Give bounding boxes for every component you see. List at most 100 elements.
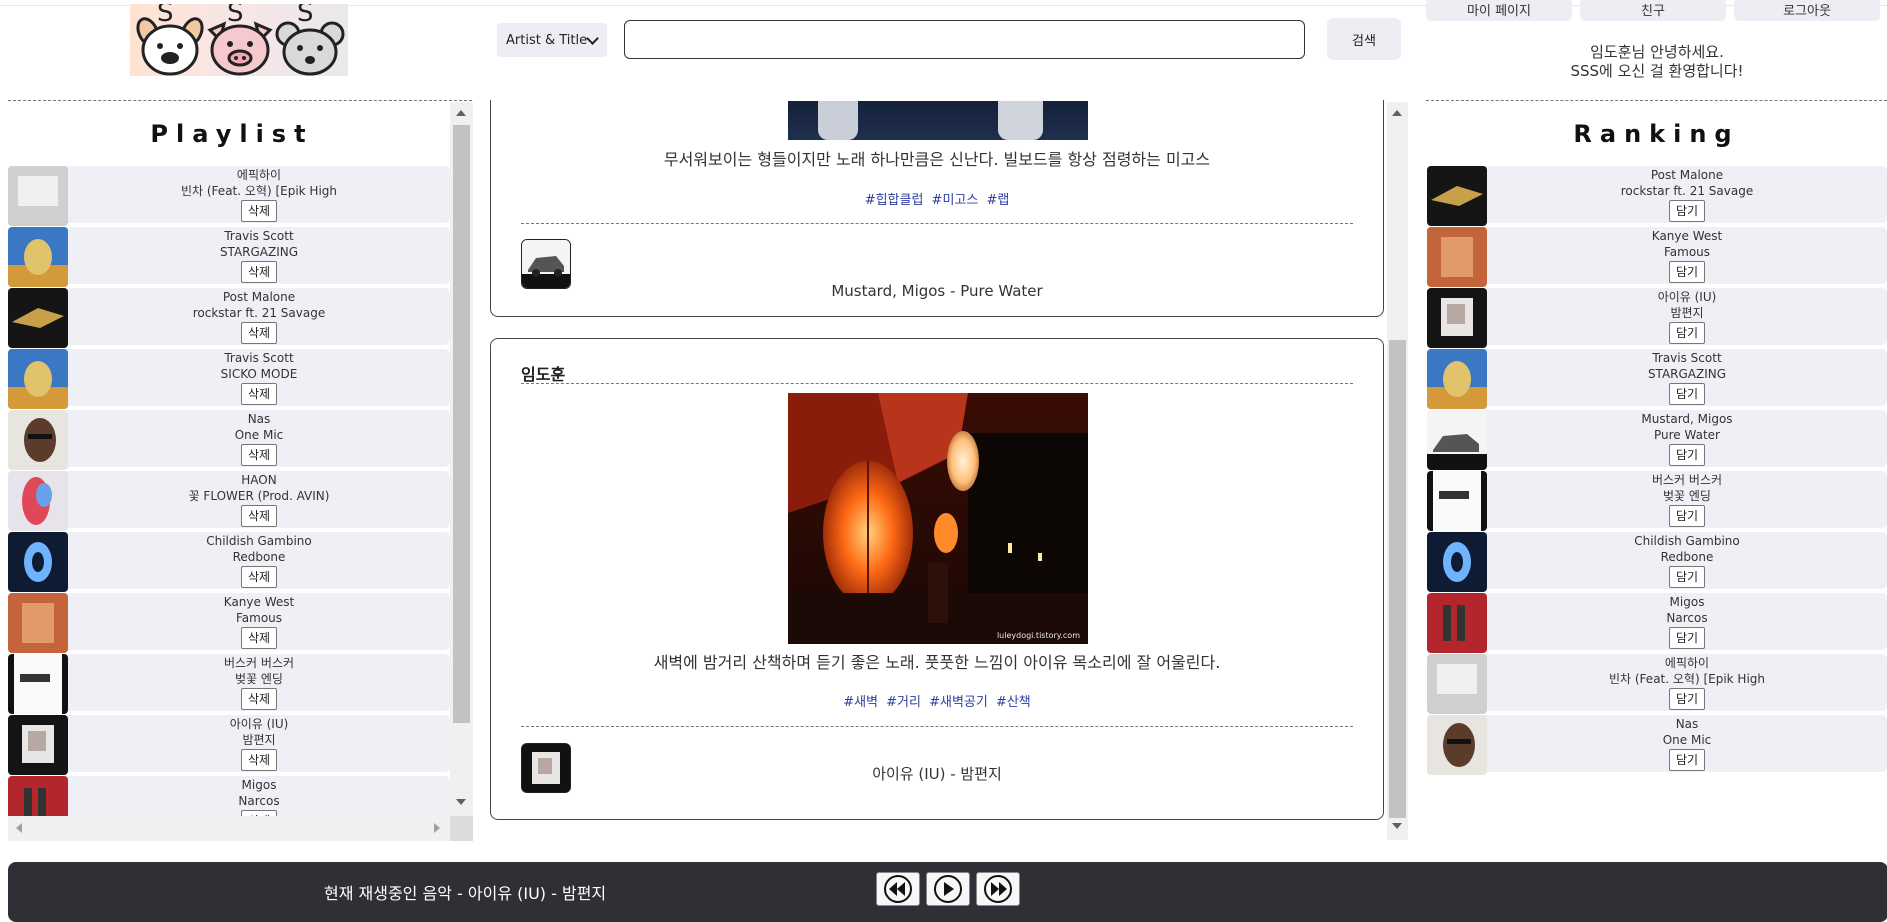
add-button[interactable]: 담기: [1668, 200, 1706, 222]
add-button[interactable]: 담기: [1668, 505, 1706, 527]
divider: [521, 383, 1353, 384]
song-row[interactable]: Travis Scott STARGAZING 담기: [1427, 349, 1887, 409]
scroll-thumb[interactable]: [1389, 340, 1406, 818]
playlist-scrollbar[interactable]: [450, 102, 473, 816]
post-song-info[interactable]: Mustard, Migos - Pure Water: [491, 282, 1383, 300]
album-cover[interactable]: [8, 410, 68, 470]
song-row[interactable]: 버스커 버스커 벚꽃 엔딩 삭제: [8, 654, 450, 714]
song-row[interactable]: 에픽하이 빈차 (Feat. 오혁) [Epik High 삭제: [8, 166, 450, 226]
delete-button[interactable]: 삭제: [240, 566, 278, 588]
album-cover[interactable]: [1427, 593, 1487, 653]
song-row[interactable]: Travis Scott STARGAZING 삭제: [8, 227, 450, 287]
scroll-right-icon[interactable]: [434, 823, 440, 833]
album-cover[interactable]: [1427, 288, 1487, 348]
scroll-left-icon[interactable]: [16, 823, 22, 833]
song-title: Famous: [1663, 245, 1711, 259]
post-song-info[interactable]: 아이유 (IU) - 밤편지: [491, 763, 1383, 784]
song-row[interactable]: Childish Gambino Redbone 담기: [1427, 532, 1887, 592]
song-info: Childish Gambino Redbone 담기: [1487, 533, 1887, 588]
delete-button[interactable]: 삭제: [240, 383, 278, 405]
song-row[interactable]: Nas One Mic 담기: [1427, 715, 1887, 775]
delete-button[interactable]: 삭제: [240, 749, 278, 771]
rewind-button[interactable]: [876, 872, 920, 906]
delete-button[interactable]: 삭제: [240, 322, 278, 344]
song-row[interactable]: Post Malone rockstar ft. 21 Savage 담기: [1427, 166, 1887, 226]
album-cover[interactable]: [1427, 715, 1487, 775]
search-type-select[interactable]: Artist & Title: [497, 23, 607, 57]
song-row[interactable]: HAON 꽃 FLOWER (Prod. AVIN) 삭제: [8, 471, 450, 531]
add-button[interactable]: 담기: [1668, 383, 1706, 405]
post-card: 임도훈 luleydogi.tistory.com 새벽에 밤거리 산책하며 듣…: [490, 338, 1384, 820]
album-cover[interactable]: [8, 654, 68, 714]
song-row[interactable]: Childish Gambino Redbone 삭제: [8, 532, 450, 592]
album-cover[interactable]: [8, 288, 68, 348]
delete-button[interactable]: 삭제: [240, 261, 278, 283]
delete-button[interactable]: 삭제: [240, 627, 278, 649]
search-input[interactable]: [624, 20, 1305, 59]
add-button[interactable]: 담기: [1668, 261, 1706, 283]
post-author[interactable]: 임도훈: [521, 361, 565, 385]
play-button[interactable]: [926, 872, 970, 906]
song-row[interactable]: 버스커 버스커 벚꽃 엔딩 담기: [1427, 471, 1887, 531]
song-artist: Nas: [1675, 717, 1699, 731]
scroll-up-icon[interactable]: [1392, 110, 1402, 116]
post-tags[interactable]: #힙합클럽 #미고스 #랩: [491, 189, 1383, 208]
song-row[interactable]: 에픽하이 빈차 (Feat. 오혁) [Epik High 담기: [1427, 654, 1887, 714]
album-cover[interactable]: [1427, 654, 1487, 714]
album-cover[interactable]: [8, 593, 68, 653]
album-cover[interactable]: [8, 715, 68, 775]
song-row[interactable]: 아이유 (IU) 밤편지 삭제: [8, 715, 450, 775]
song-row[interactable]: Nas One Mic 삭제: [8, 410, 450, 470]
search-button[interactable]: 검색: [1327, 18, 1401, 60]
album-cover[interactable]: [8, 349, 68, 409]
song-title: 벚꽃 엔딩: [235, 672, 283, 686]
logo[interactable]: S S S: [130, 4, 348, 76]
add-button[interactable]: 담기: [1668, 749, 1706, 771]
scroll-thumb[interactable]: [453, 125, 470, 723]
post-tags[interactable]: #새벽 #거리 #새벽공기 #산책: [491, 691, 1383, 710]
delete-button[interactable]: 삭제: [240, 688, 278, 710]
album-cover[interactable]: [1427, 227, 1487, 287]
song-row[interactable]: Travis Scott SICKO MODE 삭제: [8, 349, 450, 409]
song-title: 밤편지: [242, 733, 276, 747]
my-page-link[interactable]: 마이 페이지: [1426, 0, 1572, 21]
song-row[interactable]: 아이유 (IU) 밤편지 담기: [1427, 288, 1887, 348]
song-artist: Kanye West: [1651, 229, 1723, 243]
album-cover[interactable]: [8, 532, 68, 592]
album-cover[interactable]: [8, 166, 68, 226]
song-row[interactable]: Kanye West Famous 삭제: [8, 593, 450, 653]
delete-button[interactable]: 삭제: [240, 444, 278, 466]
album-cover[interactable]: [1427, 532, 1487, 592]
song-row[interactable]: Mustard, Migos Pure Water 담기: [1427, 410, 1887, 470]
song-row[interactable]: Post Malone rockstar ft. 21 Savage 삭제: [8, 288, 450, 348]
add-button[interactable]: 담기: [1668, 566, 1706, 588]
scroll-down-icon[interactable]: [456, 799, 466, 805]
song-title: STARGAZING: [1647, 367, 1727, 381]
song-row[interactable]: Migos Narcos 담기: [1427, 593, 1887, 653]
greeting-line: 임도훈님 안녕하세요.: [1590, 43, 1724, 61]
playlist-hscrollbar[interactable]: [8, 816, 450, 841]
album-cover[interactable]: [1427, 166, 1487, 226]
post-description: 새벽에 밤거리 산책하며 듣기 좋은 노래. 풋풋한 느낌이 아이유 목소리에 …: [653, 653, 1221, 672]
scroll-down-icon[interactable]: [1392, 823, 1402, 829]
delete-button[interactable]: 삭제: [240, 200, 278, 222]
delete-button[interactable]: 삭제: [240, 505, 278, 527]
album-cover[interactable]: [8, 776, 68, 816]
fast-forward-button[interactable]: [976, 872, 1020, 906]
scroll-up-icon[interactable]: [456, 110, 466, 116]
album-cover[interactable]: [8, 227, 68, 287]
song-row[interactable]: MigosNarcos삭제: [8, 776, 450, 816]
feed-scrollbar[interactable]: [1387, 102, 1408, 840]
album-cover[interactable]: [1427, 410, 1487, 470]
album-cover[interactable]: [1427, 471, 1487, 531]
add-button[interactable]: 담기: [1668, 688, 1706, 710]
friends-link[interactable]: 친구: [1580, 0, 1726, 21]
album-cover[interactable]: [8, 471, 68, 531]
song-title: Redbone: [232, 550, 286, 564]
add-button[interactable]: 담기: [1668, 444, 1706, 466]
logout-link[interactable]: 로그아웃: [1734, 0, 1880, 21]
add-button[interactable]: 담기: [1668, 322, 1706, 344]
song-row[interactable]: Kanye West Famous 담기: [1427, 227, 1887, 287]
album-cover[interactable]: [1427, 349, 1487, 409]
add-button[interactable]: 담기: [1668, 627, 1706, 649]
